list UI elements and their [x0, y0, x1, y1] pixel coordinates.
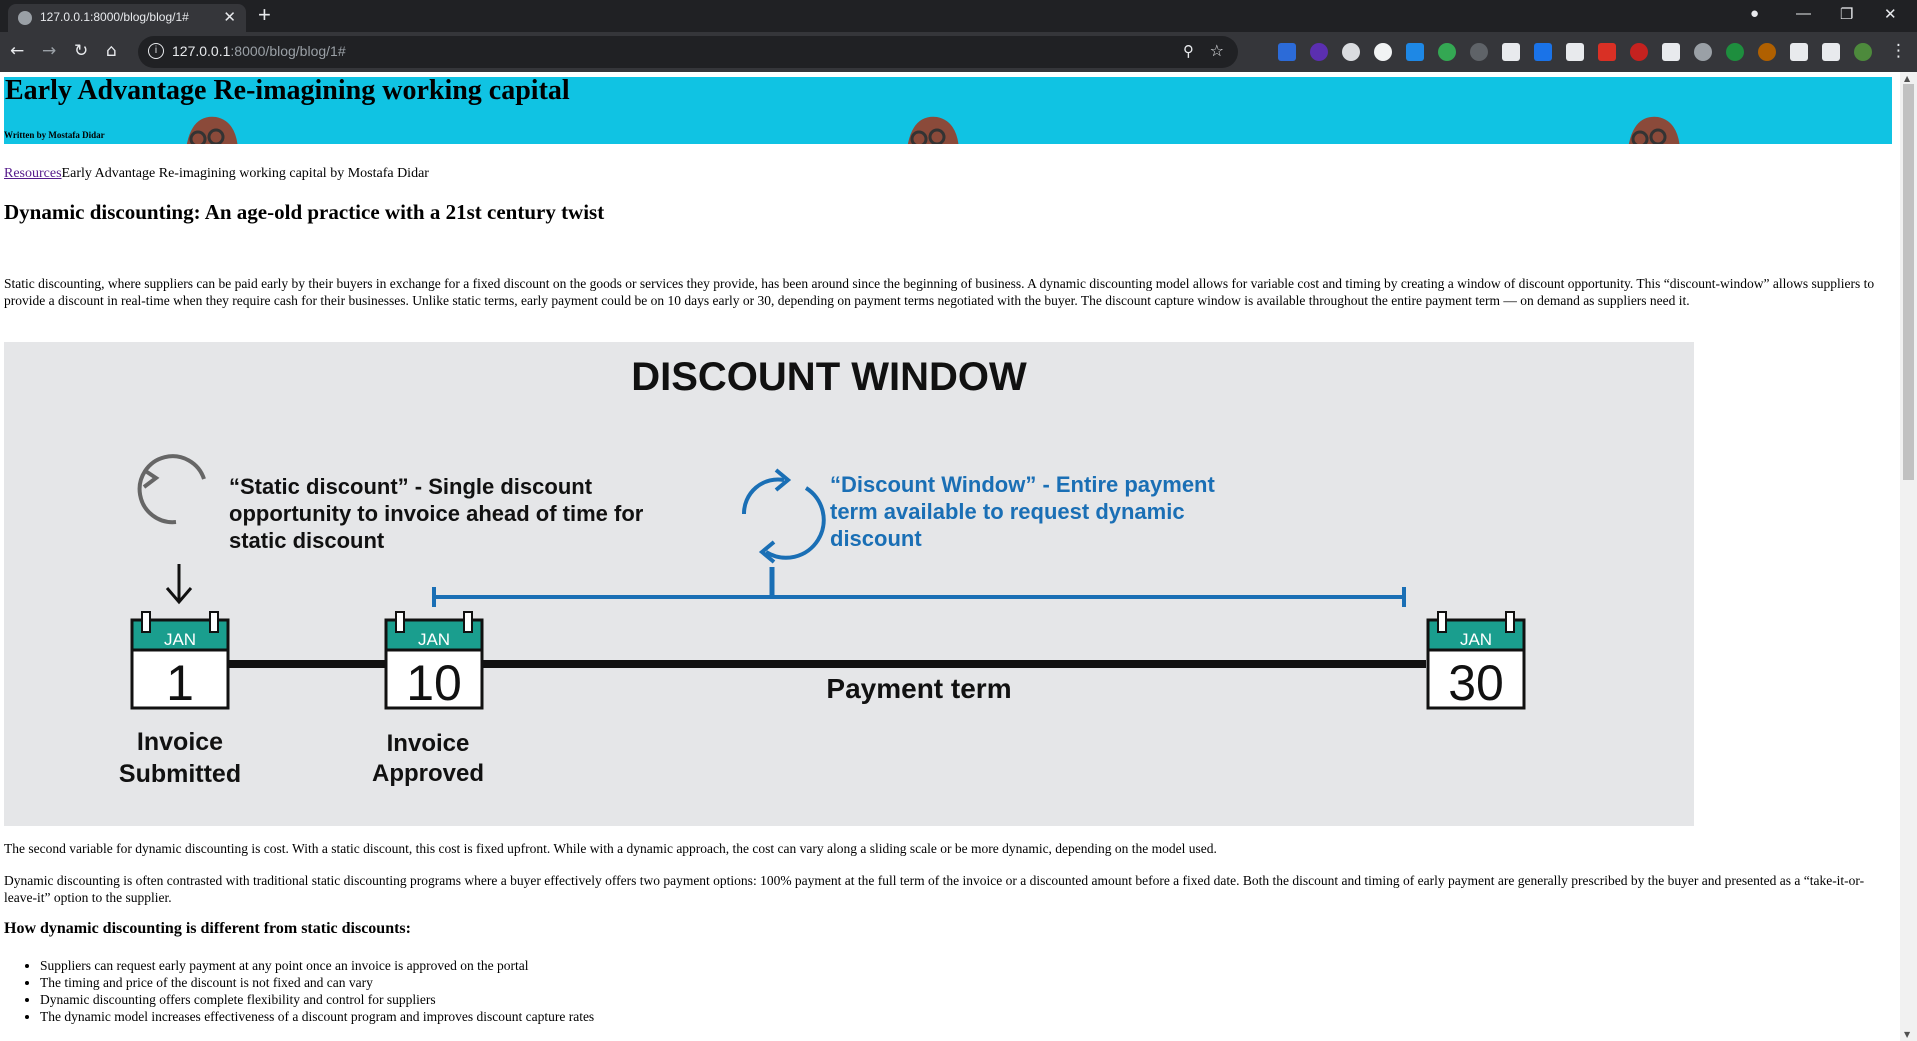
discount-window-text: “Discount Window” - Entire payment — [830, 472, 1215, 497]
extension-icon[interactable] — [1598, 43, 1616, 61]
article-paragraph: The second variable for dynamic discount… — [4, 841, 1217, 856]
home-icon[interactable]: ⌂ — [106, 41, 117, 61]
static-discount-text: “Static discount” - Single discount — [229, 474, 593, 499]
section-heading: How dynamic discounting is different fro… — [4, 920, 411, 937]
browser-tab-strip: 127.0.0.1:8000/blog/blog/1# ✕ + ● — ❐ ✕ — [0, 0, 1917, 32]
calendar-month: JAN — [418, 630, 450, 649]
invoice-approved-label: Invoice — [387, 730, 470, 757]
extension-icon[interactable] — [1278, 43, 1296, 61]
tab-title: 127.0.0.1:8000/blog/blog/1# — [40, 10, 189, 24]
list-item: Suppliers can request early payment at a… — [40, 957, 594, 974]
invoice-approved-label: Approved — [372, 760, 484, 787]
discount-window-diagram: DISCOUNT WINDOW “Static discount” - Sing… — [119, 355, 1526, 788]
article-paragraph: Dynamic discounting is often contrasted … — [4, 873, 1865, 905]
calendar-month: JAN — [1460, 630, 1492, 649]
character-illustration-icon — [1628, 116, 1680, 144]
new-tab-button[interactable]: + — [258, 2, 271, 28]
extension-icon[interactable] — [1470, 43, 1488, 61]
calendar-icon: JAN 1 — [130, 611, 230, 711]
partial-refresh-icon — [137, 454, 206, 525]
extension-icon[interactable] — [1694, 43, 1712, 61]
breadcrumb-text: Early Advantage Re-imagining working cap… — [61, 166, 429, 181]
discount-window-bracket — [432, 567, 1406, 607]
extension-icon[interactable] — [1726, 43, 1744, 61]
discount-window-text: discount — [830, 526, 922, 551]
static-discount-text: opportunity to invoice ahead of time for — [229, 501, 644, 526]
breadcrumb-link-resources[interactable]: Resources — [4, 166, 62, 181]
restore-icon[interactable]: ❐ — [1840, 5, 1853, 23]
extension-icon[interactable] — [1374, 43, 1392, 61]
vertical-scrollbar[interactable]: ▲ ▼ — [1900, 72, 1917, 1041]
calendar-day: 10 — [406, 655, 462, 711]
calendar-month: JAN — [164, 630, 196, 649]
menu-icon[interactable]: ⋮ — [1890, 41, 1907, 61]
scroll-down-icon[interactable]: ▼ — [1904, 1030, 1910, 1039]
bookmark-star-icon[interactable]: ☆ — [1210, 41, 1224, 60]
static-discount-text: static discount — [229, 528, 385, 553]
discount-window-figure: DISCOUNT WINDOW “Static discount” - Sing… — [4, 342, 1694, 826]
calendar-day: 30 — [1448, 655, 1504, 711]
payment-term-label: Payment term — [826, 673, 1011, 704]
character-illustration-icon — [186, 116, 238, 144]
list-item: The dynamic model increases effectivenes… — [40, 1008, 594, 1025]
reload-icon[interactable]: ↻ — [74, 41, 88, 61]
calendar-day: 1 — [166, 655, 194, 711]
scroll-up-icon[interactable]: ▲ — [1904, 74, 1910, 83]
forward-icon[interactable]: → — [42, 41, 56, 61]
figure-title: DISCOUNT WINDOW — [631, 355, 1027, 399]
extension-icon[interactable] — [1534, 43, 1552, 61]
page-title: Early Advantage Re-imagining working cap… — [5, 77, 570, 106]
back-icon[interactable]: ← — [10, 41, 24, 61]
zoom-icon[interactable]: ⚲ — [1183, 42, 1194, 60]
author-byline: Written by Mostafa Didar — [4, 130, 105, 140]
differences-list: Suppliers can request early payment at a… — [4, 957, 594, 1025]
browser-toolbar: ← → ↻ ⌂ i 127.0.0.1:8000/blog/blog/1# ⚲ … — [0, 32, 1917, 72]
extension-icon[interactable] — [1502, 43, 1520, 61]
extension-icon[interactable] — [1438, 43, 1456, 61]
calendar-icon: JAN 10 — [384, 611, 484, 711]
extension-icon[interactable] — [1406, 43, 1424, 61]
close-window-icon[interactable]: ✕ — [1884, 5, 1897, 23]
close-tab-icon[interactable]: ✕ — [223, 8, 236, 26]
list-item: Dynamic discounting offers complete flex… — [40, 991, 594, 1008]
list-item: The timing and price of the discount is … — [40, 974, 594, 991]
extension-icon[interactable] — [1342, 43, 1360, 61]
invoice-submitted-label: Submitted — [119, 760, 241, 788]
globe-icon — [18, 11, 32, 25]
url-text[interactable]: 127.0.0.1:8000/blog/blog/1# — [172, 43, 346, 59]
extension-icon[interactable] — [1310, 43, 1328, 61]
breadcrumb: ResourcesEarly Advantage Re-imagining wo… — [4, 166, 429, 182]
refresh-cycle-icon — [741, 468, 826, 564]
site-info-icon[interactable]: i — [148, 43, 164, 59]
page-viewport: Early Advantage Re-imagining working cap… — [0, 72, 1917, 1041]
hero-banner: Early Advantage Re-imagining working cap… — [4, 77, 1892, 144]
scrollbar-thumb[interactable] — [1903, 84, 1914, 480]
browser-tab[interactable]: 127.0.0.1:8000/blog/blog/1# ✕ — [8, 4, 246, 32]
cursor-extension-icon[interactable] — [1662, 43, 1680, 61]
discount-window-text: term available to request dynamic — [830, 499, 1185, 524]
extension-icon[interactable] — [1790, 43, 1808, 61]
address-bar[interactable]: i 127.0.0.1:8000/blog/blog/1# ⚲ ☆ — [138, 36, 1238, 68]
calendar-icon: JAN 30 — [1426, 611, 1526, 711]
character-illustration-icon — [907, 116, 959, 144]
article-subtitle: Dynamic discounting: An age-old practice… — [4, 200, 605, 224]
extension-icon[interactable] — [1758, 43, 1776, 61]
extensions-icon[interactable] — [1822, 43, 1840, 61]
invoice-submitted-label: Invoice — [137, 728, 223, 756]
profile-dropdown-icon[interactable]: ● — [1750, 5, 1759, 22]
profile-avatar[interactable] — [1854, 43, 1872, 61]
article-paragraph: Static discounting, where suppliers can … — [4, 276, 1875, 308]
adblock-icon[interactable] — [1630, 43, 1648, 61]
extension-icon[interactable] — [1566, 43, 1584, 61]
minimize-icon[interactable]: — — [1796, 5, 1811, 22]
